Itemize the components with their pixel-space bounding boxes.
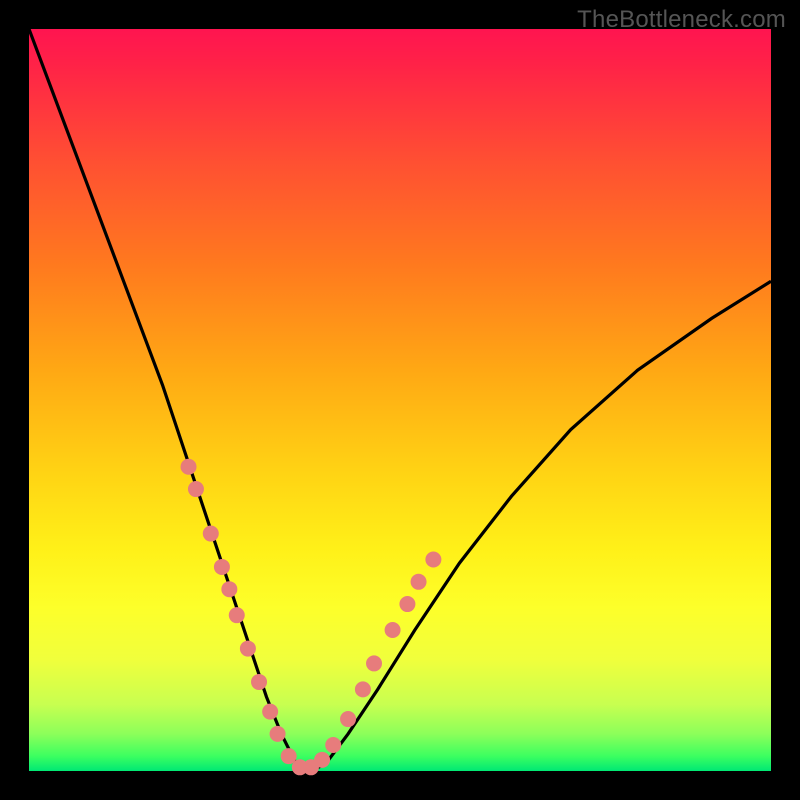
marker-point — [314, 752, 330, 768]
marker-point — [385, 622, 401, 638]
highlighted-points-group — [181, 459, 442, 776]
marker-point — [262, 704, 278, 720]
marker-point — [325, 737, 341, 753]
plot-area — [29, 29, 771, 771]
curve-svg — [29, 29, 771, 771]
marker-point — [425, 552, 441, 568]
chart-container: TheBottleneck.com — [0, 0, 800, 800]
watermark-text: TheBottleneck.com — [577, 6, 786, 34]
bottleneck-curve — [29, 29, 771, 771]
marker-point — [203, 526, 219, 542]
marker-point — [411, 574, 427, 590]
marker-point — [214, 559, 230, 575]
marker-point — [355, 681, 371, 697]
marker-point — [240, 641, 256, 657]
marker-point — [366, 655, 382, 671]
marker-point — [229, 607, 245, 623]
marker-point — [221, 581, 237, 597]
marker-point — [251, 674, 267, 690]
marker-point — [399, 596, 415, 612]
marker-point — [188, 481, 204, 497]
marker-point — [270, 726, 286, 742]
marker-point — [181, 459, 197, 475]
marker-point — [340, 711, 356, 727]
